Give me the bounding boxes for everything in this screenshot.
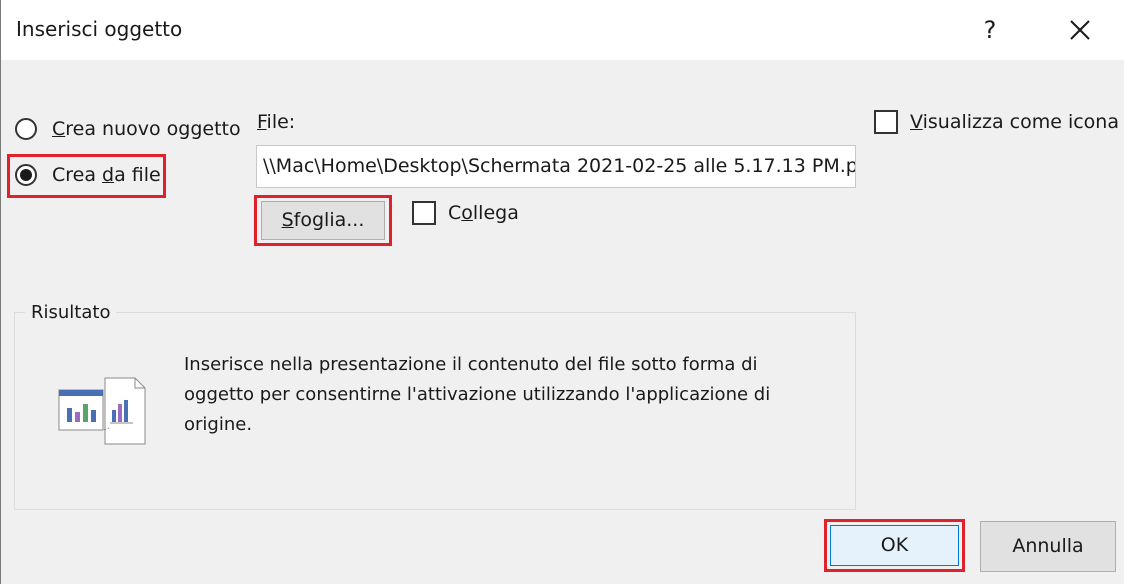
radio-create-from-file[interactable]: Crea da file xyxy=(15,164,161,186)
embedded-file-icon xyxy=(58,377,146,445)
result-line-1: Inserisce nella presentazione il contenu… xyxy=(184,354,758,375)
file-label: File: xyxy=(257,111,296,133)
result-line-3: origine. xyxy=(184,414,253,435)
insert-object-dialog: Inserisci oggetto ? Crea nuovo oggetto C… xyxy=(0,0,1124,584)
display-as-icon-checkbox[interactable] xyxy=(874,110,898,134)
display-as-icon-row[interactable]: Visualizza come icona xyxy=(874,110,1119,134)
display-as-icon-label: Visualizza come icona xyxy=(910,111,1119,133)
close-button[interactable] xyxy=(1053,10,1107,50)
result-description: Inserisce nella presentazione il contenu… xyxy=(184,350,824,440)
link-checkbox[interactable] xyxy=(412,201,436,225)
browse-button[interactable]: Sfoglia... xyxy=(261,201,385,240)
cancel-button[interactable]: Annulla xyxy=(980,521,1116,572)
result-title: Risultato xyxy=(25,302,117,323)
result-line-2: oggetto per consentirne l'attivazione ut… xyxy=(184,384,771,405)
link-checkbox-row[interactable]: Collega xyxy=(412,201,519,225)
ok-button[interactable]: OK xyxy=(830,525,959,566)
radio-create-new-label: Crea nuovo oggetto xyxy=(52,118,241,140)
close-icon xyxy=(1070,20,1090,40)
dialog-title: Inserisci oggetto xyxy=(16,17,183,41)
radio-button-create-from-file[interactable] xyxy=(15,164,37,186)
radio-button-create-new[interactable] xyxy=(15,118,37,140)
help-button[interactable]: ? xyxy=(963,10,1017,50)
radio-create-new[interactable]: Crea nuovo oggetto xyxy=(15,118,241,140)
radio-create-from-file-label: Crea da file xyxy=(52,164,161,186)
file-path-input[interactable]: \\Mac\Home\Desktop\Schermata 2021-02-25 … xyxy=(256,145,856,188)
link-label: Collega xyxy=(448,202,519,224)
title-bar: Inserisci oggetto ? xyxy=(1,0,1124,60)
